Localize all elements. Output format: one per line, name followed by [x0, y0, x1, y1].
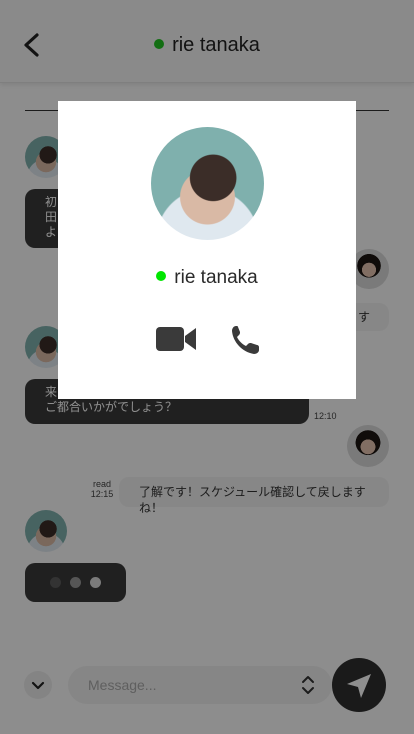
video-camera-icon[interactable]	[156, 324, 198, 354]
profile-avatar	[151, 127, 264, 240]
contact-profile-modal: rie tanaka	[58, 101, 356, 399]
online-status-dot	[156, 271, 167, 281]
profile-name: rie tanaka	[174, 267, 258, 288]
profile-name-row: rie tanaka	[58, 267, 356, 289]
phone-icon[interactable]	[230, 324, 260, 356]
